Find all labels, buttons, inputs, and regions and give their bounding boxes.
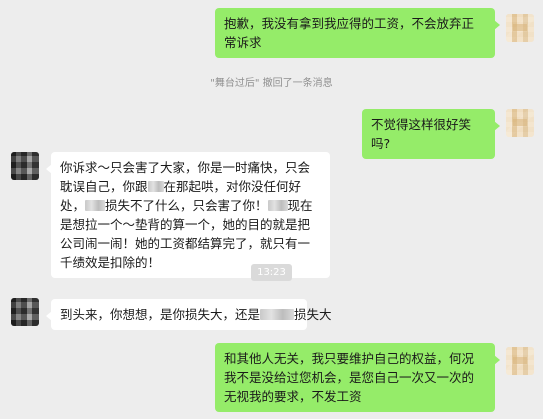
message-bubble-other[interactable]: 你诉求～只会害了大家，你是一时痛快，只会耽误自己，你跟 在那起哄，对你没任何好处，… — [46, 152, 330, 278]
message-text: 不觉得这样很好笑吗? — [371, 117, 472, 151]
message-bubble-self[interactable]: 不觉得这样很好笑吗? — [362, 109, 500, 159]
timestamp-text: 13:23 — [251, 264, 292, 281]
message-bubble-other[interactable]: 到头来，你想想，是你损失大，还是 损失大 — [46, 299, 332, 330]
redacted-name — [147, 181, 164, 192]
self-avatar[interactable] — [506, 109, 534, 137]
recall-notice-text: "舞台过后" 撤回了一条消息 — [210, 78, 333, 89]
redacted-name — [85, 200, 106, 211]
self-avatar[interactable] — [506, 347, 534, 375]
message-text: 抱歉，我没有拿到我应得的工资，不会放弃正常诉求 — [224, 16, 475, 50]
self-avatar[interactable] — [506, 14, 534, 42]
message-text-part: 损失大 — [294, 307, 332, 322]
message-text-part: 损失不了什么，只会害了你！ — [105, 198, 268, 213]
contact-avatar[interactable] — [11, 298, 39, 326]
message-bubble-self[interactable]: 抱歉，我没有拿到我应得的工资，不会放弃正常诉求 — [215, 8, 500, 58]
message-text: 和其他人无关，我只要维护自己的权益，何况我不是没给过您机会，是您自己一次又一次的… — [224, 351, 475, 404]
contact-avatar[interactable] — [11, 152, 39, 180]
message-text-part: 到头来，你想想，是你损失大，还是 — [60, 307, 261, 322]
recall-notice: "舞台过后" 撤回了一条消息 — [0, 72, 543, 91]
message-bubble-self[interactable]: 和其他人无关，我只要维护自己的权益，何况我不是没给过您机会，是您自己一次又一次的… — [215, 343, 500, 412]
redacted-name — [260, 309, 295, 320]
timestamp: 13:23 — [0, 264, 543, 281]
redacted-name — [267, 200, 288, 211]
